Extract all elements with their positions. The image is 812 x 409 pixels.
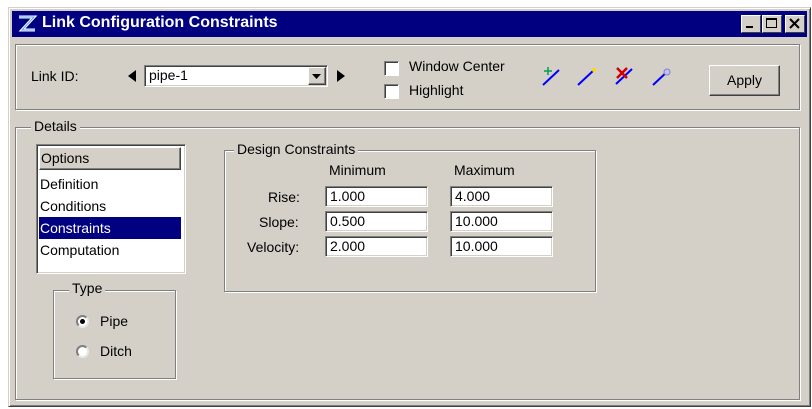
option-item-computation[interactable]: Computation xyxy=(39,239,181,261)
rise-maximum-input[interactable]: 4.000 xyxy=(450,186,553,207)
slope-minimum-value: 0.500 xyxy=(330,213,366,229)
velocity-label: Velocity: xyxy=(247,239,300,255)
apply-button-label: Apply xyxy=(726,72,763,88)
velocity-minimum-value: 2.000 xyxy=(330,238,366,254)
slope-maximum-input[interactable]: 10.000 xyxy=(450,211,553,232)
link-properties-icon[interactable] xyxy=(650,65,674,89)
rise-label: Rise: xyxy=(268,189,300,205)
link-configuration-constraints-window: Link Configuration Constraints Link ID: … xyxy=(8,7,811,407)
title-bar[interactable]: Link Configuration Constraints xyxy=(12,11,807,37)
highlight-label[interactable]: Highlight xyxy=(409,82,463,98)
maximize-icon xyxy=(766,18,777,28)
rise-minimum-value: 1.000 xyxy=(330,188,366,204)
option-item-conditions[interactable]: Conditions xyxy=(39,195,181,217)
close-button[interactable] xyxy=(785,15,805,33)
ditch-radio[interactable] xyxy=(76,345,89,358)
slope-maximum-value: 10.000 xyxy=(455,213,498,229)
velocity-minimum-input[interactable]: 2.000 xyxy=(325,236,428,257)
rise-minimum-input[interactable]: 1.000 xyxy=(325,186,428,207)
highlight-checkbox[interactable] xyxy=(384,84,399,99)
velocity-maximum-value: 10.000 xyxy=(455,238,498,254)
ditch-radio-label[interactable]: Ditch xyxy=(100,343,132,359)
slope-minimum-input[interactable]: 0.500 xyxy=(325,211,428,232)
link-id-dropdown-button[interactable] xyxy=(308,67,326,85)
window-title: Link Configuration Constraints xyxy=(42,14,278,31)
option-item-definition[interactable]: Definition xyxy=(39,173,181,195)
add-link-icon[interactable] xyxy=(540,65,564,89)
slope-label: Slope: xyxy=(259,214,299,230)
link-id-combobox[interactable]: pipe-1 xyxy=(144,65,328,87)
pipe-radio[interactable] xyxy=(76,315,89,328)
link-id-value: pipe-1 xyxy=(149,67,188,83)
chevron-down-icon xyxy=(312,74,321,79)
minimum-column-header: Minimum xyxy=(329,162,386,178)
options-header-label: Options xyxy=(41,150,90,166)
type-group xyxy=(53,290,176,379)
rise-maximum-value: 4.000 xyxy=(455,188,491,204)
window-center-label[interactable]: Window Center xyxy=(409,58,505,74)
options-list[interactable]: Options Definition Conditions Constraint… xyxy=(36,144,186,274)
details-group-label: Details xyxy=(31,118,80,134)
link-id-label: Link ID: xyxy=(31,68,79,84)
window-center-checkbox[interactable] xyxy=(384,61,399,76)
maximize-button[interactable] xyxy=(762,15,782,33)
design-constraints-label: Design Constraints xyxy=(234,141,359,157)
next-link-arrow-icon[interactable] xyxy=(335,69,347,83)
close-icon xyxy=(789,18,800,29)
pipe-radio-label[interactable]: Pipe xyxy=(100,313,128,329)
apply-button[interactable]: Apply xyxy=(709,65,780,96)
previous-link-arrow-icon[interactable] xyxy=(126,69,138,83)
link-line-icon[interactable] xyxy=(575,65,599,89)
option-item-constraints[interactable]: Constraints xyxy=(39,217,181,239)
app-logo-icon xyxy=(18,15,38,32)
velocity-maximum-input[interactable]: 10.000 xyxy=(450,236,553,257)
maximum-column-header: Maximum xyxy=(454,162,515,178)
minimize-button[interactable] xyxy=(741,15,761,33)
delete-link-icon[interactable] xyxy=(613,64,637,88)
type-group-label: Type xyxy=(69,280,106,296)
minimize-icon xyxy=(746,26,753,28)
options-list-header: Options xyxy=(39,147,181,170)
